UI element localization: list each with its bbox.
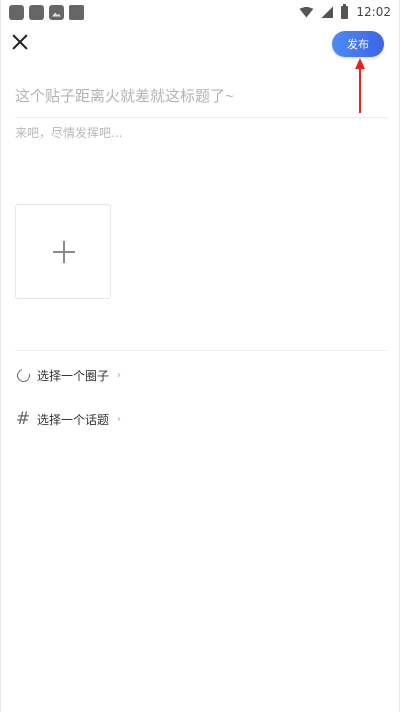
publish-button[interactable]: 发布 [332,31,384,57]
title-divider [15,117,387,118]
plus-icon [63,241,65,263]
content-input[interactable] [15,124,387,184]
circle-icon [14,366,32,384]
select-circle-option[interactable]: 选择一个圈子 › [14,364,215,386]
system-icons: 12:02 [299,3,391,19]
gallery-icon [49,4,64,20]
status-time: 12:02 [356,5,391,19]
chevron-right-icon: › [117,413,122,425]
battery-icon [341,3,349,19]
hashtag-icon: # [15,409,31,429]
square-icon [69,4,84,20]
title-input[interactable] [15,80,387,112]
status-bar: 12:02 [1,0,399,24]
chevron-right-icon: › [117,369,122,381]
options-divider [15,350,387,351]
select-topic-label: 选择一个话题 [37,412,110,427]
notification-icons [9,4,84,20]
app-notification-icon [9,4,24,20]
select-topic-option[interactable]: # 选择一个话题 › [15,408,215,430]
post-editor-screen: 12:02 发布 选择一个圈子 › # 选择一个话题 › [0,0,400,712]
select-circle-label: 选择一个圈子 [37,368,110,383]
app-notification-icon [29,4,44,20]
signal-icon [321,6,334,18]
add-image-button[interactable] [15,204,111,299]
wifi-icon [299,6,314,18]
close-icon[interactable] [11,33,29,51]
